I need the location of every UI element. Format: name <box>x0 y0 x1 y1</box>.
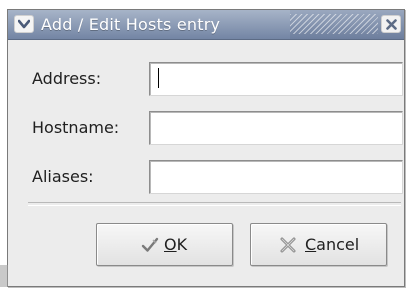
window-menu-button[interactable] <box>14 15 34 33</box>
aliases-field[interactable] <box>149 160 403 194</box>
text-cursor <box>158 68 159 88</box>
button-separator <box>28 202 401 206</box>
title-bar-grip <box>290 14 378 34</box>
close-icon <box>386 19 397 30</box>
cancel-mnemonic: C <box>305 235 317 254</box>
ok-button-label: OK <box>164 235 187 254</box>
window-title: Add / Edit Hosts entry <box>41 15 221 34</box>
chevron-down-icon <box>18 19 30 29</box>
address-field[interactable] <box>149 62 403 96</box>
aliases-label: Aliases: <box>32 167 94 186</box>
title-bar[interactable]: Add / Edit Hosts entry <box>8 10 404 40</box>
ok-label-rest: K <box>176 235 188 254</box>
hostname-label: Hostname: <box>32 118 120 137</box>
cancel-label-rest: ancel <box>316 235 360 254</box>
background-window-edge <box>0 265 8 287</box>
checkmark-pencil-icon <box>141 236 159 258</box>
close-button[interactable] <box>381 15 401 33</box>
x-cancel-icon <box>279 236 297 258</box>
hosts-entry-dialog: Add / Edit Hosts entry Address: Hostname… <box>7 9 405 287</box>
cancel-button[interactable]: Cancel <box>250 223 387 266</box>
ok-button[interactable]: OK <box>96 223 233 266</box>
hostname-field[interactable] <box>149 111 403 145</box>
address-field-wrap <box>149 62 403 96</box>
ok-mnemonic: O <box>164 235 177 254</box>
address-label: Address: <box>32 69 102 88</box>
cancel-button-label: Cancel <box>305 235 359 254</box>
